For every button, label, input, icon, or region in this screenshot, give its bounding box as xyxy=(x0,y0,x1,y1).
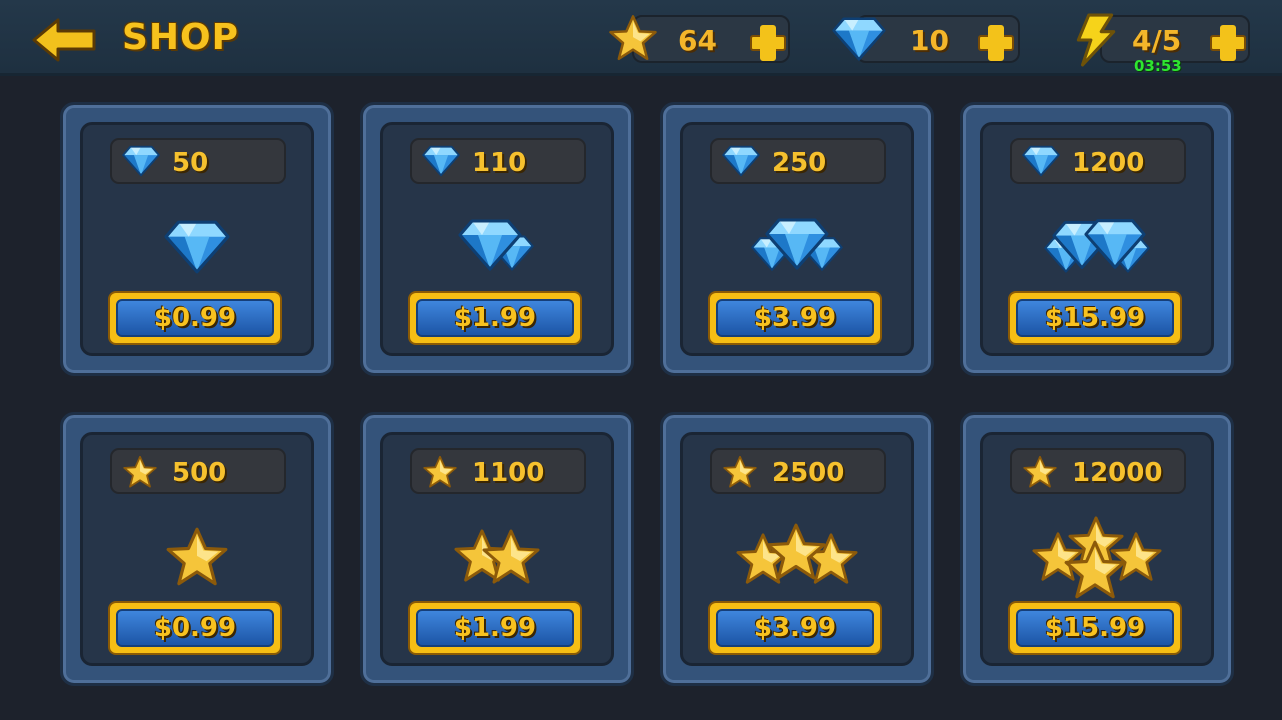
page-title: SHOP xyxy=(122,17,240,58)
pack-amount: 50 xyxy=(172,148,209,178)
stars-pile-icon xyxy=(1032,516,1162,599)
pack-amount: 2500 xyxy=(772,458,845,488)
energy-value: 4/5 xyxy=(1132,24,1182,57)
star-icon xyxy=(722,455,758,489)
amount-pill: 12000 xyxy=(1010,448,1186,494)
buy-button[interactable]: $15.99 xyxy=(1008,601,1182,655)
price-label: $1.99 xyxy=(416,609,574,647)
star-icon xyxy=(422,455,458,489)
pack-amount: 1200 xyxy=(1072,148,1145,178)
star-pack-image xyxy=(383,507,611,607)
gem-icon xyxy=(122,145,160,177)
gem-pack-image xyxy=(83,197,311,297)
star-icon xyxy=(165,526,229,588)
amount-pill: 500 xyxy=(110,448,286,494)
star-icon xyxy=(608,13,658,63)
back-arrow-icon xyxy=(32,18,96,62)
star-icon xyxy=(122,455,158,489)
star-pack-card: 1100 $1.99 xyxy=(360,412,634,686)
back-button[interactable] xyxy=(30,16,98,64)
gem-pack-card: 1200 $15.99 xyxy=(960,102,1234,376)
energy-timer: 03:53 xyxy=(1134,57,1182,75)
stars-pile-icon xyxy=(736,523,858,584)
star-pack-card: 2500 $3.99 xyxy=(660,412,934,686)
price-label: $3.99 xyxy=(716,299,874,337)
gem-pack-image xyxy=(983,197,1211,297)
pack-amount: 500 xyxy=(172,458,227,488)
buy-button[interactable]: $1.99 xyxy=(408,291,582,345)
price-label: $3.99 xyxy=(716,609,874,647)
stars-pile-icon xyxy=(454,529,540,584)
pack-amount: 1100 xyxy=(472,458,545,488)
amount-pill: 1200 xyxy=(1010,138,1186,184)
pack-amount: 110 xyxy=(472,148,527,178)
price-label: $0.99 xyxy=(116,299,274,337)
lightning-bolt-icon xyxy=(1074,13,1116,67)
price-label: $15.99 xyxy=(1016,299,1174,337)
star-pack-image xyxy=(83,507,311,607)
amount-pill: 250 xyxy=(710,138,886,184)
add-energy-button[interactable] xyxy=(1210,25,1246,61)
amount-pill: 2500 xyxy=(710,448,886,494)
star-pack-image xyxy=(983,507,1211,607)
buy-button[interactable]: $0.99 xyxy=(108,291,282,345)
gem-pack-card: 50 $0.99 xyxy=(60,102,334,376)
top-bar: SHOP 64 10 4/5 03:53 xyxy=(0,0,1282,76)
gem-pack-card: 110 $1.99 xyxy=(360,102,634,376)
price-label: $15.99 xyxy=(1016,609,1174,647)
price-label: $0.99 xyxy=(116,609,274,647)
gem-icon xyxy=(832,15,886,63)
gem-icon xyxy=(422,145,460,177)
gem-pack-image xyxy=(683,197,911,297)
gem-icon xyxy=(1022,145,1060,177)
gems-pile-icon xyxy=(1044,219,1150,273)
buy-button[interactable]: $1.99 xyxy=(408,601,582,655)
gems-counter: 10 xyxy=(856,15,1020,63)
add-stars-button[interactable] xyxy=(750,25,786,61)
energy-counter: 4/5 xyxy=(1100,15,1250,63)
price-label: $1.99 xyxy=(416,299,574,337)
stars-value: 64 xyxy=(678,24,717,57)
amount-pill: 110 xyxy=(410,138,586,184)
amount-pill: 1100 xyxy=(410,448,586,494)
gems-pile-icon xyxy=(751,218,843,271)
amount-pill: 50 xyxy=(110,138,286,184)
star-pack-image xyxy=(683,507,911,607)
gems-pile-icon xyxy=(458,219,534,271)
gem-icon xyxy=(722,145,760,177)
star-pack-card: 12000 $15.99 xyxy=(960,412,1234,686)
buy-button[interactable]: $15.99 xyxy=(1008,291,1182,345)
pack-amount: 250 xyxy=(772,148,827,178)
add-gems-button[interactable] xyxy=(978,25,1014,61)
star-pack-card: 500 $0.99 xyxy=(60,412,334,686)
gem-pack-card: 250 $3.99 xyxy=(660,102,934,376)
gem-pack-image xyxy=(383,197,611,297)
star-icon xyxy=(1022,455,1058,489)
buy-button[interactable]: $3.99 xyxy=(708,291,882,345)
gem-icon xyxy=(164,219,230,275)
buy-button[interactable]: $0.99 xyxy=(108,601,282,655)
buy-button[interactable]: $3.99 xyxy=(708,601,882,655)
pack-amount: 12000 xyxy=(1072,458,1163,488)
gems-value: 10 xyxy=(910,24,949,57)
stars-counter: 64 xyxy=(632,15,790,63)
